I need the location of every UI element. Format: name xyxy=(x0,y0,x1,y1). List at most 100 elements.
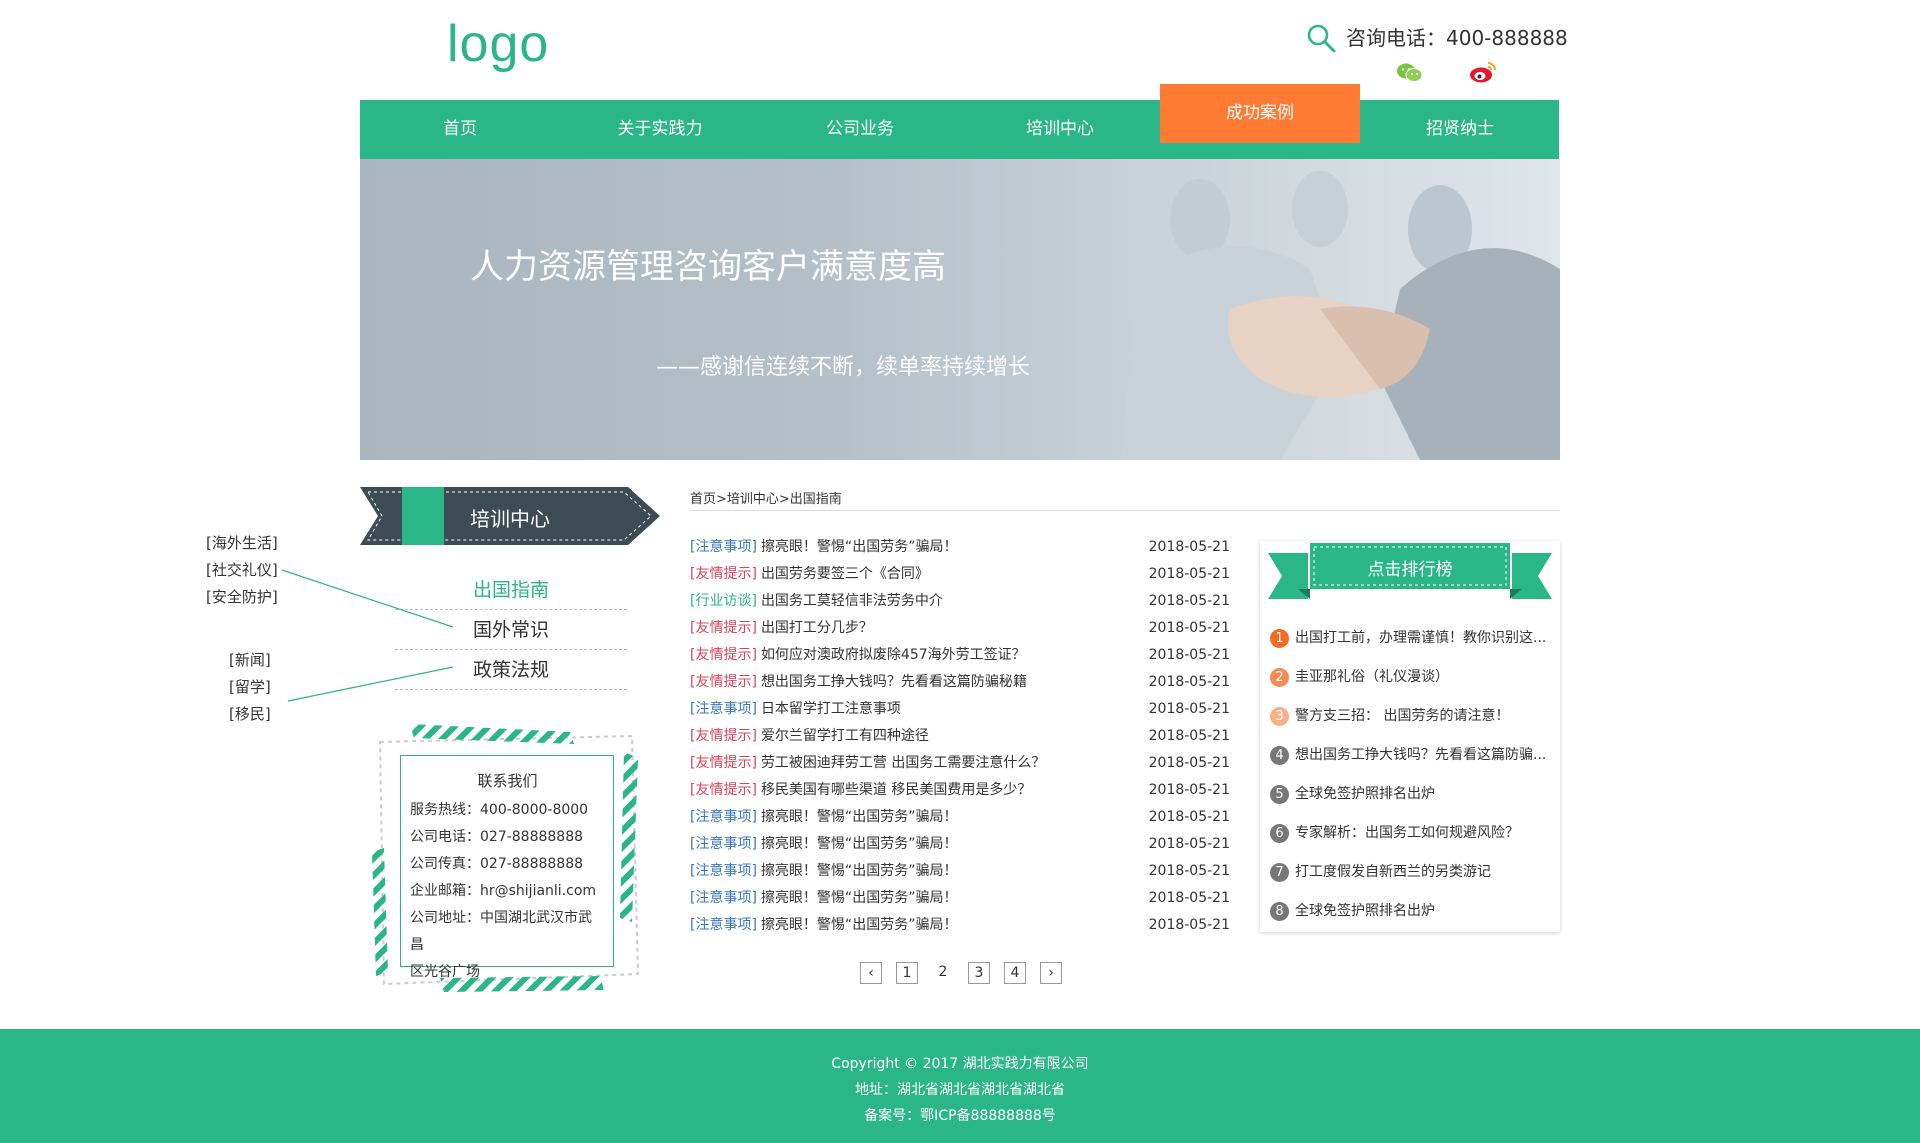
news-category[interactable]: [注意事项] xyxy=(690,917,757,933)
news-title[interactable]: 擦亮眼！警惕“出国劳务”骗局！ xyxy=(761,890,958,906)
nav-training[interactable]: 培训中心 xyxy=(960,100,1160,159)
ranking-item-title[interactable]: 警方支三招： 出国劳务的请注意！ xyxy=(1295,708,1509,724)
news-title[interactable]: 擦亮眼！警惕“出国劳务”骗局！ xyxy=(761,863,958,879)
tag-safety[interactable]: [安全防护] xyxy=(206,586,278,607)
news-title[interactable]: 爱尔兰留学打工有四种途径 xyxy=(761,728,929,744)
news-category[interactable]: [注意事项] xyxy=(690,539,757,555)
contact-fax: 公司传真：027-88888888 xyxy=(410,856,584,872)
news-row[interactable]: [注意事项] 擦亮眼！警惕“出国劳务”骗局！ 2018-05-21 xyxy=(690,804,1230,831)
ranking-item-title[interactable]: 想出国务工挣大钱吗？先看看这篇防骗... xyxy=(1295,747,1546,763)
news-category[interactable]: [注意事项] xyxy=(690,890,757,906)
news-category[interactable]: [友情提示] xyxy=(690,566,757,582)
ranking-item-title[interactable]: 圭亚那礼俗（礼仪漫谈） xyxy=(1295,669,1449,685)
news-row[interactable]: [注意事项] 擦亮眼！警惕“出国劳务”骗局！ 2018-05-21 xyxy=(690,858,1230,885)
ranking-item[interactable]: 3 警方支三招： 出国劳务的请注意！ xyxy=(1270,704,1555,728)
ranking-item-title[interactable]: 全球免签护照排名出炉 xyxy=(1295,903,1435,919)
news-category[interactable]: [友情提示] xyxy=(690,728,757,744)
news-date: 2018-05-21 xyxy=(1148,782,1230,798)
news-row[interactable]: [友情提示] 出国劳务要签三个《合同》 2018-05-21 xyxy=(690,561,1230,588)
news-category[interactable]: [行业访谈] xyxy=(690,593,757,609)
ranking-number-badge: 5 xyxy=(1270,784,1289,804)
news-row[interactable]: [友情提示] 出国打工分几步？ 2018-05-21 xyxy=(690,615,1230,642)
nav-careers[interactable]: 招贤纳士 xyxy=(1360,100,1560,159)
news-row[interactable]: [友情提示] 想出国务工挣大钱吗？先看看这篇防骗秘籍 2018-05-21 xyxy=(690,669,1230,696)
news-title[interactable]: 如何应对澳政府拟废除457海外劳工签证？ xyxy=(761,647,1026,663)
news-title[interactable]: 出国劳务要签三个《合同》 xyxy=(761,566,929,582)
ranking-number-badge: 4 xyxy=(1270,745,1289,765)
news-category[interactable]: [友情提示] xyxy=(690,674,757,690)
ranking-item-title[interactable]: 打工度假发自新西兰的另类游记 xyxy=(1295,864,1491,880)
news-title[interactable]: 移民美国有哪些渠道 移民美国费用是多少？ xyxy=(761,782,1031,798)
ranking-item[interactable]: 1 出国打工前，办理需谨慎！教你识别这... xyxy=(1270,626,1555,650)
wechat-icon[interactable] xyxy=(1396,62,1424,84)
news-date: 2018-05-21 xyxy=(1148,809,1230,825)
news-row[interactable]: [注意事项] 擦亮眼！警惕“出国劳务”骗局！ 2018-05-21 xyxy=(690,885,1230,912)
news-title[interactable]: 擦亮眼！警惕“出国劳务”骗局！ xyxy=(761,836,958,852)
tag-etiquette[interactable]: [社交礼仪] xyxy=(206,559,278,580)
news-title[interactable]: 想出国务工挣大钱吗？先看看这篇防骗秘籍 xyxy=(761,674,1027,690)
news-category[interactable]: [注意事项] xyxy=(690,863,757,879)
news-title[interactable]: 劳工被困迪拜劳工营 出国务工需要注意什么？ xyxy=(761,755,1045,771)
tag-immigration[interactable]: [移民] xyxy=(229,703,271,724)
news-category[interactable]: [友情提示] xyxy=(690,647,757,663)
page-1-button[interactable]: 1 xyxy=(896,962,918,984)
tag-overseas-life[interactable]: [海外生活] xyxy=(206,532,278,553)
news-row[interactable]: [友情提示] 移民美国有哪些渠道 移民美国费用是多少？ 2018-05-21 xyxy=(690,777,1230,804)
main-nav: 首页 关于实践力 公司业务 培训中心 成功案例 招贤纳士 xyxy=(360,84,1560,159)
tag-study[interactable]: [留学] xyxy=(229,676,271,697)
tag-news[interactable]: [新闻] xyxy=(229,649,271,670)
news-row[interactable]: [注意事项] 擦亮眼！警惕“出国劳务”骗局！ 2018-05-21 xyxy=(690,912,1230,939)
page-2-button[interactable]: 2 xyxy=(932,962,954,984)
news-row[interactable]: [友情提示] 劳工被困迪拜劳工营 出国务工需要注意什么？ 2018-05-21 xyxy=(690,750,1230,777)
tag-connector-lines xyxy=(281,569,454,702)
contact-box: 联系我们 服务热线：400-8000-8000 公司电话：027-8888888… xyxy=(400,755,614,980)
news-row[interactable]: [注意事项] 擦亮眼！警惕“出国劳务”骗局！ 2018-05-21 xyxy=(690,831,1230,858)
news-date: 2018-05-21 xyxy=(1148,917,1230,933)
news-title[interactable]: 出国打工分几步？ xyxy=(761,620,873,636)
news-date: 2018-05-21 xyxy=(1148,674,1230,690)
weibo-icon[interactable] xyxy=(1469,60,1497,84)
news-row[interactable]: [注意事项] 日本留学打工注意事项 2018-05-21 xyxy=(690,696,1230,723)
news-category[interactable]: [注意事项] xyxy=(690,836,757,852)
news-title[interactable]: 擦亮眼！警惕“出国劳务”骗局！ xyxy=(761,809,958,825)
news-category[interactable]: [友情提示] xyxy=(690,755,757,771)
news-category[interactable]: [友情提示] xyxy=(690,620,757,636)
nav-cases[interactable]: 成功案例 xyxy=(1160,84,1360,143)
search-icon[interactable] xyxy=(1306,23,1336,53)
news-title[interactable]: 出国务工莫轻信非法劳务中介 xyxy=(761,593,943,609)
breadcrumb[interactable]: 首页>培训中心>出国指南 xyxy=(690,488,842,507)
next-page-button[interactable]: › xyxy=(1040,962,1062,984)
news-category[interactable]: [友情提示] xyxy=(690,782,757,798)
news-date: 2018-05-21 xyxy=(1148,701,1230,717)
ranking-item-title[interactable]: 专家解析：出国务工如何规避风险？ xyxy=(1295,825,1519,841)
nav-business[interactable]: 公司业务 xyxy=(760,100,960,159)
news-row[interactable]: [行业访谈] 出国务工莫轻信非法劳务中介 2018-05-21 xyxy=(690,588,1230,615)
ranking-item[interactable]: 2 圭亚那礼俗（礼仪漫谈） xyxy=(1270,665,1555,689)
news-title[interactable]: 日本留学打工注意事项 xyxy=(761,701,901,717)
contact-address-cont: 区光谷广场 xyxy=(410,964,480,980)
news-row[interactable]: [友情提示] 爱尔兰留学打工有四种途径 2018-05-21 xyxy=(690,723,1230,750)
news-category[interactable]: [注意事项] xyxy=(690,809,757,825)
nav-about[interactable]: 关于实践力 xyxy=(560,100,760,159)
page-4-button[interactable]: 4 xyxy=(1004,962,1026,984)
ranking-item[interactable]: 7 打工度假发自新西兰的另类游记 xyxy=(1270,860,1555,884)
ranking-item-title[interactable]: 出国打工前，办理需谨慎！教你识别这... xyxy=(1295,630,1546,646)
prev-page-button[interactable]: ‹ xyxy=(860,962,882,984)
page-3-button[interactable]: 3 xyxy=(968,962,990,984)
news-category[interactable]: [注意事项] xyxy=(690,701,757,717)
sidebar-heading: 培训中心 xyxy=(470,507,550,531)
news-row[interactable]: [注意事项] 擦亮眼！警惕“出国劳务”骗局！ 2018-05-21 xyxy=(690,534,1230,561)
nav-home[interactable]: 首页 xyxy=(360,100,560,159)
ranking-item[interactable]: 8 全球免签护照排名出炉 xyxy=(1270,899,1555,923)
ranking-item[interactable]: 5 全球免签护照排名出炉 xyxy=(1270,782,1555,806)
news-title[interactable]: 擦亮眼！警惕“出国劳务”骗局！ xyxy=(761,539,958,555)
ranking-item[interactable]: 4 想出国务工挣大钱吗？先看看这篇防骗... xyxy=(1270,743,1555,767)
ranking-item-title[interactable]: 全球免签护照排名出炉 xyxy=(1295,786,1435,802)
news-date: 2018-05-21 xyxy=(1148,539,1230,555)
ranking-item[interactable]: 6 专家解析：出国务工如何规避风险？ xyxy=(1270,821,1555,845)
logo[interactable]: logo xyxy=(447,14,549,74)
news-title[interactable]: 擦亮眼！警惕“出国劳务”骗局！ xyxy=(761,917,958,933)
news-row[interactable]: [友情提示] 如何应对澳政府拟废除457海外劳工签证？ 2018-05-21 xyxy=(690,642,1230,669)
ranking-number-badge: 7 xyxy=(1270,862,1289,882)
news-date: 2018-05-21 xyxy=(1148,593,1230,609)
